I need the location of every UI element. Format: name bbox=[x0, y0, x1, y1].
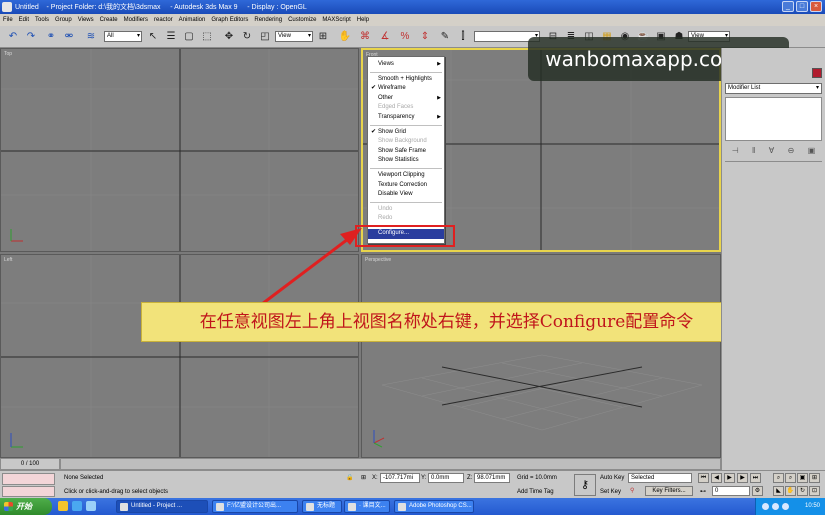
rollout-area bbox=[725, 161, 822, 466]
taskbar: 开始 Untitled - Project ... F:\亿盟设计公司出... … bbox=[0, 498, 825, 515]
taskbar-item-3dsmax[interactable]: Untitled - Project ... bbox=[116, 500, 208, 513]
configure-modifier-sets-icon[interactable]: ▣ bbox=[808, 146, 816, 155]
tray-ime-icon[interactable] bbox=[782, 503, 789, 510]
show-end-result-icon[interactable]: ‖ bbox=[752, 146, 755, 155]
set-key-mode-icon[interactable]: ⚷ bbox=[574, 474, 596, 496]
key-mode-icon[interactable]: ⊷ bbox=[700, 487, 706, 497]
goto-start-icon[interactable]: ⏮ bbox=[698, 473, 709, 483]
previous-frame-icon[interactable]: ◀ bbox=[711, 473, 722, 483]
play-icon[interactable]: ▶ bbox=[724, 473, 735, 483]
tray-network-icon[interactable] bbox=[762, 503, 769, 510]
zoom-all-icon[interactable]: ⌕ bbox=[785, 473, 796, 483]
status-bar: None Selected Click or click-and-drag to… bbox=[0, 470, 825, 498]
set-key-button[interactable]: Set Key bbox=[600, 487, 621, 497]
y-coordinate-field[interactable]: 0.0mm bbox=[428, 473, 464, 483]
taskbar-item-photoshop[interactable]: Adobe Photoshop CS... bbox=[394, 500, 474, 513]
grid-size: Grid = 10.0mm bbox=[517, 475, 557, 481]
arc-rotate-icon[interactable]: ↻ bbox=[797, 486, 808, 496]
z-label: Z: bbox=[467, 475, 473, 481]
current-frame-field[interactable]: 0 bbox=[712, 486, 750, 496]
field-of-view-icon[interactable]: ◣ bbox=[773, 486, 784, 496]
taskbar-item-folder[interactable]: F:\亿盟设计公司出... bbox=[212, 500, 298, 513]
time-config-icon[interactable]: ⚙ bbox=[752, 486, 763, 496]
command-panel: Modifier List ⊣ ‖ ∀ ⊖ ▣ bbox=[721, 48, 825, 470]
key-icon[interactable]: ⚲ bbox=[630, 486, 634, 496]
zoom-extents-all-icon[interactable]: ⊞ bbox=[809, 473, 820, 483]
system-tray: 10:50 bbox=[755, 498, 825, 515]
absolute-mode-icon[interactable]: ⊞ bbox=[361, 473, 366, 483]
maximize-viewport-icon[interactable]: ⊡ bbox=[809, 486, 820, 496]
maxscript-listener[interactable] bbox=[2, 473, 55, 485]
x-coordinate-field[interactable]: -107.717mi bbox=[380, 473, 420, 483]
quick-launch-browser-icon[interactable] bbox=[72, 501, 82, 511]
pin-stack-icon[interactable]: ⊣ bbox=[732, 146, 739, 155]
add-time-tag-button[interactable]: Add Time Tag bbox=[517, 487, 554, 497]
lock-selection-icon[interactable]: 🔒 bbox=[346, 473, 353, 483]
y-label: Y: bbox=[421, 475, 427, 481]
zoom-icon[interactable]: ⌕ bbox=[773, 473, 784, 483]
next-frame-icon[interactable]: ▶ bbox=[737, 473, 748, 483]
taskbar-item-untitled[interactable]: 无标题 bbox=[302, 500, 342, 513]
modifier-stack[interactable] bbox=[725, 97, 822, 141]
pan-icon[interactable]: ✋ bbox=[785, 486, 796, 496]
z-coordinate-field[interactable]: 98.071mm bbox=[474, 473, 510, 483]
goto-end-icon[interactable]: ⏭ bbox=[750, 473, 761, 483]
clock: 10:50 bbox=[804, 503, 820, 509]
modifier-list-dropdown[interactable]: Modifier List bbox=[725, 83, 822, 94]
taskbar-item-document[interactable]: · 课目文... bbox=[344, 500, 390, 513]
quick-launch-desktop-icon[interactable] bbox=[86, 501, 96, 511]
x-label: X: bbox=[372, 475, 378, 481]
key-filters-button[interactable]: Key Filters... bbox=[645, 486, 693, 496]
auto-key-button[interactable]: Auto Key bbox=[600, 473, 624, 483]
instruction-banner: 在任意视图左上角上视图名称处右键，并选择Configure配置命令 bbox=[141, 302, 752, 342]
selection-status: None Selected bbox=[64, 475, 104, 481]
make-unique-icon[interactable]: ∀ bbox=[769, 146, 774, 155]
prompt-line: Click or click-and-drag to select object… bbox=[64, 489, 169, 495]
start-button[interactable]: 开始 bbox=[0, 498, 52, 515]
track-bar[interactable] bbox=[60, 458, 721, 470]
maxscript-output bbox=[2, 486, 55, 497]
zoom-extents-icon[interactable]: ▣ bbox=[797, 473, 808, 483]
object-color-swatch[interactable] bbox=[812, 68, 822, 78]
tray-volume-icon[interactable] bbox=[772, 503, 779, 510]
quick-launch-folder-icon[interactable] bbox=[58, 501, 68, 511]
auto-key-selection-dropdown[interactable]: Selected bbox=[628, 473, 692, 483]
time-slider[interactable]: 0 / 100 bbox=[0, 458, 60, 470]
stack-controls: ⊣ ‖ ∀ ⊖ ▣ bbox=[725, 144, 822, 156]
remove-modifier-icon[interactable]: ⊖ bbox=[788, 146, 795, 155]
